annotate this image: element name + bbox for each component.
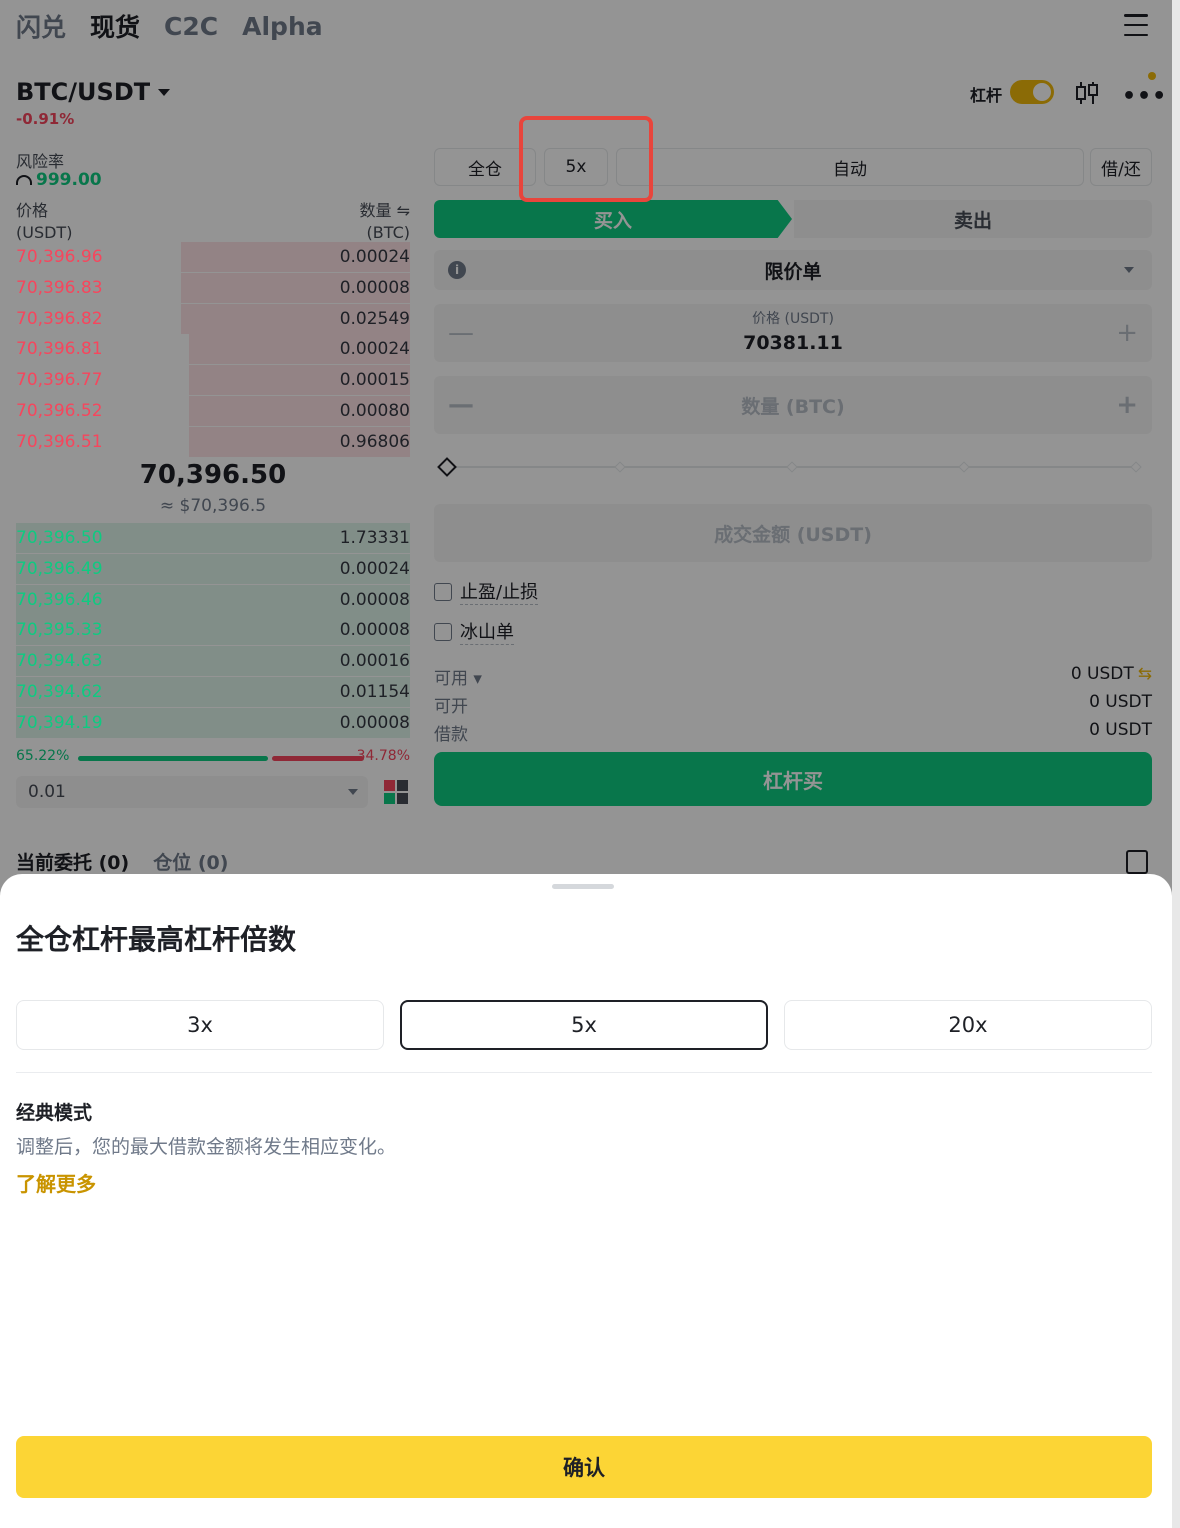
- sheet-title: 全仓杠杆最高杠杆倍数: [16, 923, 297, 956]
- leverage-option-20x[interactable]: 20x: [784, 1000, 1152, 1050]
- annotation-highlight-box: [519, 116, 653, 202]
- bid-price: 70,395.33: [16, 620, 103, 641]
- ask-qty: 0.00015: [339, 370, 410, 391]
- bid-qty: 1.73331: [339, 528, 410, 548]
- divider: [16, 1072, 1152, 1073]
- mode-title: 经典模式: [16, 1102, 93, 1124]
- ask-qty: 0.00024: [339, 247, 410, 267]
- bid-qty: 0.00008: [339, 620, 410, 641]
- bid-price: 70,394.19: [16, 712, 103, 733]
- ask-price: 70,396.82: [16, 308, 103, 329]
- ask-price: 70,396.96: [16, 247, 103, 267]
- window-edge: [1172, 0, 1180, 1528]
- ask-qty: 0.00024: [339, 339, 410, 360]
- bid-price: 70,396.49: [16, 558, 103, 579]
- bid-qty: 0.00024: [339, 558, 410, 579]
- ask-qty: 0.02549: [339, 308, 410, 329]
- bid-qty: 0.00008: [339, 589, 410, 610]
- learn-more-link[interactable]: 了解更多: [16, 1168, 96, 1197]
- leverage-bottom-sheet: 全仓杠杆最高杠杆倍数 3x 5x 20x 经典模式 调整后，您的最大借款金额将发…: [0, 874, 1172, 1528]
- bid-qty: 0.01154: [339, 682, 410, 702]
- ask-price: 70,396.83: [16, 277, 103, 298]
- bid-qty: 0.00016: [339, 651, 410, 672]
- bid-qty: 0.00008: [339, 712, 410, 733]
- sheet-drag-handle[interactable]: [552, 884, 614, 889]
- ask-price: 70,396.77: [16, 370, 103, 391]
- confirm-button[interactable]: 确认: [16, 1436, 1152, 1498]
- ask-qty: 0.96806: [339, 431, 410, 452]
- ask-qty: 0.00080: [339, 401, 410, 421]
- ask-price: 70,396.52: [16, 401, 103, 421]
- bid-price: 70,394.63: [16, 651, 103, 672]
- ask-price: 70,396.51: [16, 431, 103, 452]
- mode-description: 调整后，您的最大借款金额将发生相应变化。: [16, 1136, 397, 1158]
- ask-qty: 0.00008: [339, 277, 410, 298]
- ask-price: 70,396.81: [16, 339, 103, 360]
- bid-price: 70,396.50: [16, 528, 103, 548]
- bid-price: 70,396.46: [16, 589, 103, 610]
- bid-price: 70,394.62: [16, 682, 103, 702]
- leverage-option-3x[interactable]: 3x: [16, 1000, 384, 1050]
- trading-page: 闪兑 现货 C2C Alpha BTC/USDT -0.91% 杠杆 ••• 风…: [0, 0, 1172, 1528]
- leverage-option-5x[interactable]: 5x: [400, 1000, 768, 1050]
